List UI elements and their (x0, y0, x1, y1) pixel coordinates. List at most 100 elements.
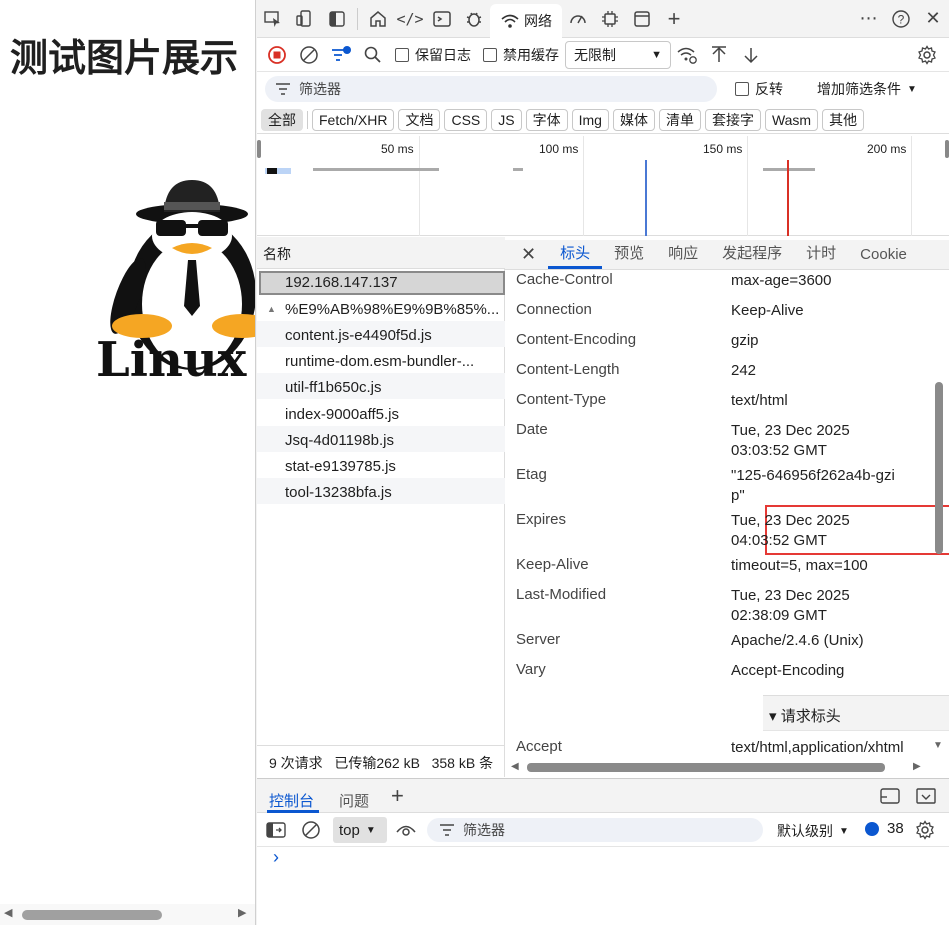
sidebar-toggle-icon[interactable] (265, 821, 287, 842)
request-name[interactable]: runtime-dom.esm-bundler-... (285, 353, 500, 370)
scrollbar-thumb[interactable] (935, 382, 943, 554)
performance-gauge-icon[interactable] (562, 3, 594, 35)
header-key: Accept (516, 738, 562, 755)
tab-console[interactable]: 控制台 (269, 790, 314, 811)
tab-timing[interactable]: 计时 (794, 242, 848, 269)
application-window-icon[interactable] (626, 3, 658, 35)
console-settings-gear-icon[interactable] (915, 820, 935, 843)
network-settings-gear-icon[interactable] (911, 39, 943, 71)
type-filter-img[interactable]: Img (571, 108, 609, 131)
tab-response[interactable]: 响应 (656, 242, 710, 269)
filter-toggle-icon[interactable] (325, 39, 357, 71)
scrollbar-thumb[interactable] (22, 910, 162, 920)
type-filter-doc[interactable]: 文档 (398, 108, 441, 131)
drawer-tabbar: 控制台 问题 + (257, 779, 949, 813)
headers-horizontal-scrollbar[interactable]: ◀ ▶ (505, 760, 933, 774)
scroll-right-icon[interactable]: ▶ (238, 906, 246, 919)
chevron-down-icon: ▼ (907, 83, 917, 95)
elements-code-icon[interactable]: </> (394, 3, 426, 35)
header-value: gzip (731, 332, 759, 349)
tab-issues[interactable]: 问题 (339, 790, 369, 811)
network-conditions-icon[interactable] (671, 39, 703, 71)
filter-input[interactable]: 筛选器 (265, 76, 717, 102)
timeline-left-handle[interactable] (257, 140, 261, 158)
more-filters-dropdown[interactable]: 增加筛选条件 ▼ (817, 79, 917, 99)
request-list-header[interactable]: 名称 (257, 237, 505, 269)
headers-vertical-scrollbar[interactable]: ▼ (933, 270, 947, 760)
import-har-upload-icon[interactable] (703, 39, 735, 71)
timeline-right-handle[interactable] (945, 140, 949, 158)
disable-cache-checkbox[interactable]: 禁用缓存 (483, 45, 559, 65)
type-filter-other[interactable]: 其他 (822, 108, 865, 131)
console-prompt[interactable]: › (273, 847, 279, 868)
preserve-log-checkbox[interactable]: 保留日志 (395, 45, 471, 65)
close-devtools-icon[interactable]: ✕ (917, 3, 949, 35)
live-expression-eye-icon[interactable] (395, 821, 417, 842)
header-value: Accept-Encoding (731, 662, 845, 679)
request-name[interactable]: Jsq-4d01198b.js (285, 432, 500, 449)
header-key: Server (516, 631, 561, 648)
inspect-element-icon[interactable] (257, 3, 289, 35)
type-filter-font[interactable]: 字体 (525, 108, 568, 131)
request-name[interactable]: index-9000aff5.js (285, 406, 500, 423)
collapse-drawer-icon[interactable] (915, 787, 937, 808)
request-name[interactable]: 192.168.147.137 (285, 274, 500, 291)
page-horizontal-scrollbar[interactable]: ◀ ▶ (0, 904, 255, 925)
type-filter-fetch-xhr[interactable]: Fetch/XHR (312, 108, 395, 131)
scroll-left-icon[interactable]: ◀ (4, 906, 12, 919)
filter-bar: 筛选器 反转 增加筛选条件 ▼ (257, 72, 949, 106)
issues-counter[interactable]: 38 (865, 820, 904, 837)
log-level-dropdown[interactable]: 默认级别 ▼ (777, 821, 849, 841)
dock-drawer-icon[interactable] (879, 787, 901, 808)
clear-log-icon[interactable] (293, 39, 325, 71)
device-emulation-icon[interactable] (289, 3, 321, 35)
type-filter-wasm[interactable]: Wasm (764, 108, 819, 131)
type-filter-all[interactable]: 全部 (261, 108, 303, 131)
tab-network[interactable]: 网络 (490, 3, 562, 38)
help-icon[interactable]: ? (885, 3, 917, 35)
request-name[interactable]: util-ff1b650c.js (285, 379, 500, 396)
more-options-icon[interactable]: ⋯ (853, 3, 885, 35)
throttling-select[interactable]: 无限制 ▼ (565, 40, 671, 69)
add-drawer-tab-plus-icon[interactable]: + (391, 783, 404, 809)
request-name[interactable]: tool-13238bfa.js (285, 484, 500, 501)
tab-headers[interactable]: 标头 (548, 242, 603, 269)
console-filter-input[interactable]: 筛选器 (427, 818, 763, 842)
close-detail-icon[interactable]: ✕ (505, 244, 548, 269)
add-panel-plus-icon[interactable]: + (658, 3, 690, 35)
filter-icon (276, 83, 290, 95)
record-stop-icon[interactable] (261, 39, 293, 71)
dock-side-icon[interactable] (321, 3, 353, 35)
search-icon[interactable] (357, 39, 389, 71)
timeline-overview[interactable]: 50 ms 100 ms 150 ms 200 ms (257, 136, 949, 236)
scroll-down-icon[interactable]: ▼ (933, 740, 943, 751)
debugger-bug-icon[interactable] (458, 3, 490, 35)
svg-text:?: ? (898, 12, 905, 26)
scroll-right-icon[interactable]: ▶ (913, 761, 921, 772)
clear-console-icon[interactable] (301, 820, 321, 843)
request-name[interactable]: %E9%AB%98%E9%9B%85%... (285, 301, 500, 318)
context-selector[interactable]: top ▼ (333, 817, 387, 843)
tab-initiator[interactable]: 发起程序 (710, 242, 794, 269)
request-headers-section-header[interactable]: ▾ 请求标头 原始 (763, 695, 949, 731)
scroll-left-icon[interactable]: ◀ (511, 761, 519, 772)
type-filter-media[interactable]: 媒体 (612, 108, 655, 131)
type-filter-js[interactable]: JS (491, 108, 522, 131)
memory-chip-icon[interactable] (594, 3, 626, 35)
request-summary: 9 次请求 已传输262 kB 358 kB 条 (269, 755, 494, 771)
console-icon[interactable] (426, 3, 458, 35)
scrollbar-thumb[interactable] (527, 763, 885, 772)
header-value: 242 (731, 362, 757, 379)
tab-cookies[interactable]: Cookie (848, 246, 919, 269)
welcome-home-icon[interactable] (362, 3, 394, 35)
request-name[interactable]: content.js-e4490f5d.js (285, 327, 500, 344)
type-filter-socket[interactable]: 套接字 (704, 108, 761, 131)
chevron-down-icon: ▼ (839, 825, 849, 837)
header-value: timeout=5, max=100 (731, 557, 868, 574)
type-filter-css[interactable]: CSS (444, 108, 488, 131)
request-name[interactable]: stat-e9139785.js (285, 458, 500, 475)
invert-checkbox[interactable]: 反转 (735, 79, 783, 99)
tab-preview[interactable]: 预览 (602, 242, 656, 269)
export-har-download-icon[interactable] (735, 39, 767, 71)
type-filter-manifest[interactable]: 清单 (658, 108, 701, 131)
